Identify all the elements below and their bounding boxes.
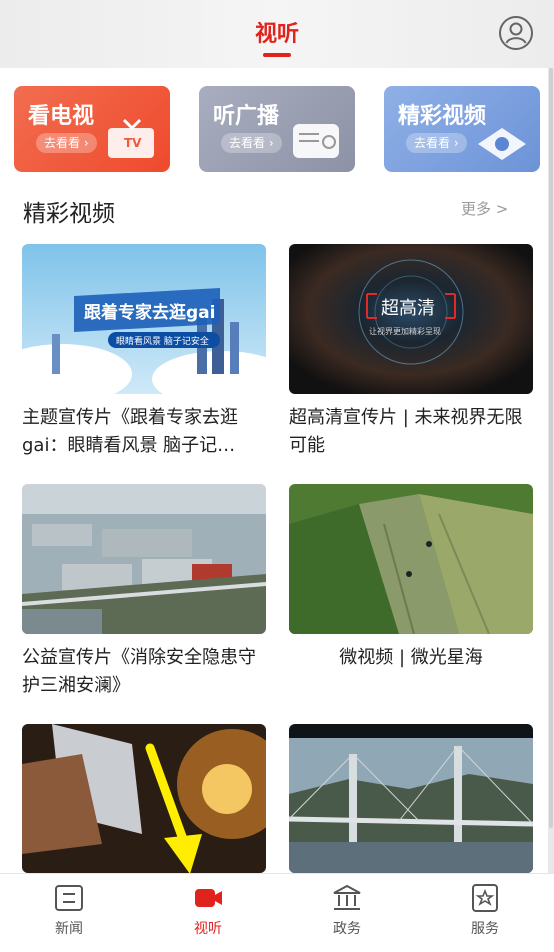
video-title[interactable]: 微视频 | 微光星海 — [289, 644, 533, 672]
user-avatar-icon[interactable] — [498, 15, 534, 51]
category-card-radio[interactable]: 听广播 去看看 › — [199, 86, 355, 172]
video-thumbnail[interactable] — [22, 484, 266, 634]
svg-text:TV: TV — [124, 136, 142, 150]
tab-label: 新闻 — [55, 921, 83, 937]
government-icon — [333, 884, 361, 910]
video-title[interactable]: 超高清宣传片 | 未来视界无限可能 — [289, 404, 533, 460]
video-icon — [478, 128, 526, 160]
radio-icon — [293, 124, 339, 158]
tab-news[interactable]: 新闻 — [24, 874, 114, 952]
video-title[interactable]: 公益宣传片《消除安全隐患守护三湘安澜》 — [22, 644, 266, 700]
tab-government[interactable]: 政务 — [302, 874, 392, 952]
thumbnail-image: 超高清 让视界更加精彩呈现 — [289, 244, 533, 394]
category-name: 听广播 — [213, 104, 280, 129]
category-name: 看电视 — [28, 104, 95, 129]
category-go-button[interactable]: 去看看 › — [221, 133, 282, 153]
category-go-button[interactable]: 去看看 › — [36, 133, 97, 153]
thumbnail-subcaption: 让视界更加精彩呈现 — [369, 326, 441, 336]
thumbnail-caption: 跟着专家去逛gai — [84, 302, 215, 323]
thumbnail-subcaption: 眼睛看风景 脑子记安全 — [116, 335, 209, 347]
category-card-tv[interactable]: 看电视 去看看 › TV — [14, 86, 170, 172]
video-thumbnail[interactable]: 超高清 让视界更加精彩呈现 — [289, 244, 533, 394]
scrollbar-thumb[interactable] — [549, 68, 553, 828]
service-icon — [472, 884, 498, 912]
news-icon — [55, 885, 83, 911]
tab-label: 服务 — [471, 921, 499, 937]
more-link[interactable]: 更多 > — [461, 198, 508, 219]
tab-label: 政务 — [333, 921, 361, 937]
scrollbar[interactable] — [548, 68, 554, 873]
tab-label: 视听 — [194, 921, 222, 937]
section-title: 精彩视频 — [23, 201, 115, 227]
category-card-video[interactable]: 精彩视频 去看看 › — [384, 86, 540, 172]
top-bar: 视听 — [0, 0, 554, 68]
video-title[interactable]: 主题宣传片《跟着专家去逛gai：眼睛看风景 脑子记… — [22, 404, 266, 460]
tab-video[interactable]: 视听 — [163, 874, 253, 952]
video-thumbnail[interactable]: 跟着专家去逛gai 眼睛看风景 脑子记安全 — [22, 244, 266, 394]
video-camera-icon — [195, 889, 222, 907]
active-tab-indicator — [263, 53, 291, 57]
video-thumbnail[interactable] — [289, 724, 533, 873]
yellow-arrow-icon — [145, 743, 202, 874]
video-thumbnail[interactable] — [289, 484, 533, 634]
thumbnail-image — [289, 484, 533, 634]
thumbnail-image — [22, 484, 266, 634]
thumbnail-image — [289, 724, 533, 873]
category-go-button[interactable]: 去看看 › — [406, 133, 467, 153]
tab-service[interactable]: 服务 — [440, 874, 530, 952]
bottom-nav: 新闻 视听 政务 服务 — [0, 873, 554, 952]
tv-icon: TV — [108, 118, 154, 158]
thumbnail-image: 跟着专家去逛gai 眼睛看风景 脑子记安全 — [22, 244, 266, 394]
thumbnail-caption: 超高清 — [381, 298, 435, 319]
page-title: 视听 — [254, 22, 299, 47]
